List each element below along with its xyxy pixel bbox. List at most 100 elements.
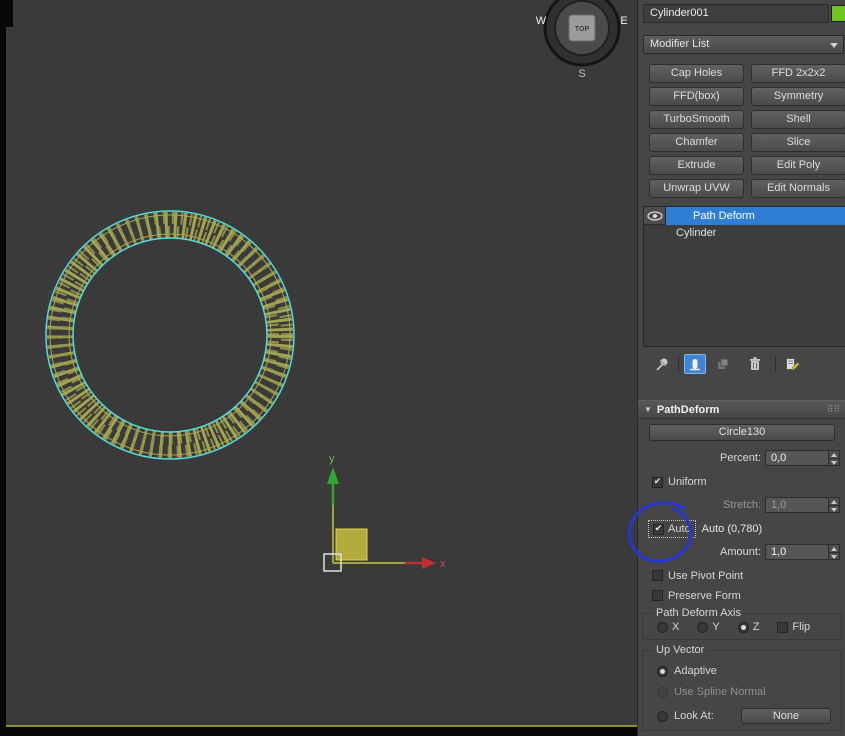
- look-at-label: Look At:: [674, 710, 714, 722]
- modifier-list-dropdown[interactable]: Modifier List: [643, 35, 844, 54]
- uniform-row: ✔ Uniform: [638, 474, 845, 490]
- uniform-checkbox[interactable]: ✔: [652, 476, 663, 488]
- percent-spinner[interactable]: 0,0: [765, 450, 840, 466]
- viewcube-south-label[interactable]: S: [578, 68, 585, 80]
- ring-mesh-hatch-inner: [61, 226, 279, 444]
- stretch-row: Stretch: 1,0: [638, 496, 845, 514]
- preserve-form-row: Preserve Form: [638, 588, 845, 603]
- trash-icon: [750, 357, 760, 370]
- viewcube[interactable]: TOP W E S: [532, 0, 636, 84]
- viewcube-west-label[interactable]: W: [536, 15, 547, 27]
- preserve-form-label: Preserve Form: [668, 589, 741, 602]
- percent-row: Percent: 0,0: [638, 449, 845, 467]
- look-at-row: Look At: None: [643, 708, 841, 724]
- auto-row: ✔ Auto Auto (0,780): [638, 519, 845, 539]
- axis-z-option[interactable]: Z: [737, 621, 759, 633]
- modifier-button-chamfer[interactable]: Chamfer: [649, 133, 744, 152]
- flip-option[interactable]: Flip: [777, 621, 810, 633]
- axis-x-radio[interactable]: [657, 621, 668, 633]
- axis-y-radio[interactable]: [697, 621, 709, 633]
- auto-checkbox[interactable]: ✔: [653, 523, 664, 535]
- flip-label: Flip: [792, 621, 811, 633]
- top-left-corner: [0, 0, 13, 27]
- make-unique-button[interactable]: [712, 354, 734, 374]
- adaptive-row[interactable]: Adaptive: [643, 663, 841, 679]
- bottom-edge-bar: [0, 727, 637, 736]
- preserve-form-checkbox[interactable]: [652, 590, 663, 601]
- flip-checkbox[interactable]: [777, 621, 789, 633]
- auto-value-text: Auto (0,780): [701, 523, 763, 535]
- spin-down-icon[interactable]: [829, 552, 839, 559]
- up-vector-group: Up Vector Adaptive Use Spline Normal Loo…: [642, 644, 842, 731]
- viewcube-east-label[interactable]: E: [620, 15, 627, 27]
- viewport-canvas[interactable]: y x TOP W E S: [0, 0, 637, 736]
- configure-sets-icon: [786, 358, 800, 371]
- spline-normal-label: Use Spline Normal: [674, 686, 766, 698]
- picked-path-button[interactable]: Circle130: [649, 424, 835, 441]
- spline-normal-row: Use Spline Normal: [643, 684, 841, 700]
- look-at-radio[interactable]: [657, 710, 668, 722]
- percent-value: 0,0: [771, 452, 787, 464]
- transform-gizmo[interactable]: y x: [300, 450, 460, 580]
- modifier-button-ffd-2x2x2[interactable]: FFD 2x2x2: [751, 64, 845, 83]
- axis-z-radio[interactable]: [737, 621, 749, 633]
- amount-spinner[interactable]: 1,0: [765, 544, 840, 560]
- modifier-button-turbosmooth[interactable]: TurboSmooth: [649, 110, 744, 129]
- percent-spin-buttons: [828, 451, 839, 465]
- stack-toolbar: [643, 351, 845, 377]
- pin-stack-button[interactable]: [651, 354, 673, 374]
- object-color-swatch[interactable]: [831, 5, 845, 22]
- left-edge-bar: [0, 0, 6, 736]
- spin-up-icon[interactable]: [829, 545, 839, 553]
- auto-checkbox-group[interactable]: ✔ Auto: [648, 520, 696, 538]
- use-pivot-checkbox[interactable]: [652, 570, 663, 581]
- amount-label: Amount:: [720, 546, 761, 558]
- modifier-button-symmetry[interactable]: Symmetry: [751, 87, 845, 106]
- percent-label: Percent:: [720, 452, 761, 464]
- modifier-button-slice[interactable]: Slice: [751, 133, 845, 152]
- pathdeform-rollout-header[interactable]: ▼ PathDeform ⠿⠿: [638, 400, 845, 419]
- look-at-none-button[interactable]: None: [741, 708, 831, 724]
- configure-modifier-sets-button[interactable]: [781, 354, 803, 374]
- object-name-field[interactable]: Cylinder001: [643, 4, 829, 23]
- auto-label: Auto: [668, 523, 691, 535]
- modifier-button-shell[interactable]: Shell: [751, 110, 845, 129]
- up-vector-label: Up Vector: [656, 644, 705, 656]
- amount-row: Amount: 1,0: [638, 543, 845, 561]
- modifier-button-extrude[interactable]: Extrude: [649, 156, 744, 175]
- modifier-button-cap-holes[interactable]: Cap Holes: [649, 64, 744, 83]
- stretch-spin-buttons: [828, 498, 839, 512]
- remove-modifier-button[interactable]: [744, 354, 766, 374]
- 3dsmax-window: y x TOP W E S Cylinder001 Modifier List …: [0, 0, 845, 736]
- command-panel: Cylinder001 Modifier List Cap Holes FFD …: [637, 0, 845, 736]
- modifier-list-label: Modifier List: [650, 38, 710, 50]
- modifier-button-edit-poly[interactable]: Edit Poly: [751, 156, 845, 175]
- ring-object-wireframe[interactable]: [35, 200, 305, 470]
- axis-x-option[interactable]: X: [657, 621, 679, 633]
- visibility-toggle[interactable]: [644, 207, 666, 225]
- spline-normal-radio: [657, 686, 668, 698]
- adaptive-radio[interactable]: [657, 665, 668, 677]
- uniform-label: Uniform: [668, 476, 707, 488]
- stack-item-label[interactable]: Path Deform: [666, 207, 845, 225]
- axis-y-option[interactable]: Y: [697, 621, 720, 633]
- modifier-stack: Path Deform Cylinder: [643, 206, 845, 347]
- rollout-grip-icon[interactable]: ⠿⠿: [827, 404, 840, 415]
- use-pivot-row: Use Pivot Point: [638, 568, 845, 583]
- amount-value: 1,0: [771, 546, 787, 558]
- stretch-value: 1,0: [771, 499, 787, 511]
- show-end-result-button[interactable]: [684, 354, 706, 374]
- use-pivot-label: Use Pivot Point: [668, 569, 744, 582]
- modifier-button-ffd-box[interactable]: FFD(box): [649, 87, 744, 106]
- stack-item-cylinder[interactable]: Cylinder: [644, 225, 845, 242]
- modifier-button-edit-normals[interactable]: Edit Normals: [751, 179, 845, 198]
- spin-up-icon[interactable]: [829, 451, 839, 459]
- modifier-button-unwrap-uvw[interactable]: Unwrap UVW: [649, 179, 744, 198]
- stack-item-path-deform[interactable]: Path Deform: [644, 207, 845, 225]
- spin-down-icon[interactable]: [829, 458, 839, 465]
- stretch-spinner: 1,0: [765, 497, 840, 513]
- y-axis-arrowhead: [327, 467, 339, 484]
- rollout-title: PathDeform: [656, 403, 720, 416]
- pathdeform-rollout: ▼ PathDeform ⠿⠿ Circle130 Percent: 0,0 ✔: [638, 400, 845, 731]
- pin-icon: [656, 358, 668, 371]
